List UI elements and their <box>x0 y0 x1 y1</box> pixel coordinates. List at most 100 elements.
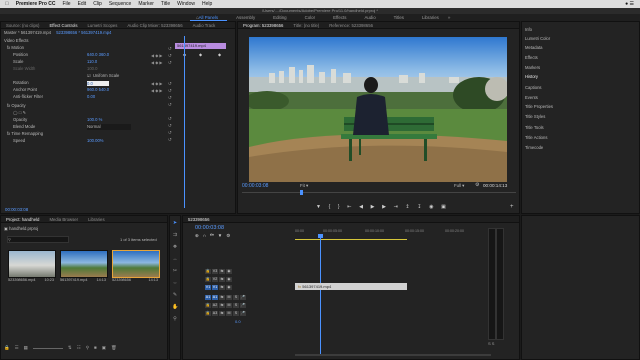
keyframe-nav-icon[interactable]: ◀ ◆ ▶ <box>151 52 181 59</box>
add-marker-icon[interactable]: ▼ <box>316 204 321 210</box>
tab-media-browser[interactable]: Media Browser <box>44 217 83 222</box>
effect-playhead[interactable] <box>184 36 185 208</box>
project-search-input[interactable]: ⚲ <box>7 236 69 243</box>
workspace-editing[interactable]: Editing <box>264 15 295 20</box>
effect-row-scale[interactable]: Scale 110.0 <box>1 59 235 65</box>
linked-selection-icon[interactable]: ⎃ <box>210 233 214 239</box>
panel-captions[interactable]: Captions <box>525 85 542 90</box>
media-thumbnail-selected[interactable] <box>112 250 160 278</box>
automate-icon[interactable]: ☷ <box>77 345 81 351</box>
reset-icon[interactable]: ↺ <box>168 52 172 59</box>
tab-project[interactable]: Project: handheld <box>1 217 44 222</box>
speed-value[interactable]: 100.00% <box>87 138 104 144</box>
find-icon[interactable]: ⚲ <box>86 345 89 351</box>
track-select-tool-icon[interactable]: ⇉ <box>172 232 178 238</box>
solo-button[interactable]: S <box>233 311 239 316</box>
nest-icon[interactable]: ⊕ <box>195 233 199 239</box>
workspace-color[interactable]: Color <box>296 15 325 20</box>
panel-lumetri-color[interactable]: Lumetri Color <box>525 36 550 41</box>
zoom-slider[interactable] <box>32 348 63 349</box>
panel-title-properties[interactable]: Title Properties <box>525 104 553 109</box>
keyframe-nav-icon[interactable]: ◀ ◆ ▶ <box>151 59 181 66</box>
program-timecode[interactable]: 00:00:03:08 <box>242 183 268 189</box>
opacity-value[interactable]: 100.0 % <box>87 117 102 123</box>
track-header-v2[interactable]: 🔓 V2 ⇆ ◉ <box>205 276 233 282</box>
workspace-titles[interactable]: Titles <box>385 15 413 20</box>
menu-clip[interactable]: Clip <box>93 1 102 7</box>
track-lock-icon[interactable]: 🔓 <box>205 303 211 308</box>
effect-row-speed[interactable]: Speed 100.00% <box>1 138 235 144</box>
panel-title-actions[interactable]: Title Actions <box>525 135 547 140</box>
tab-audio-track[interactable]: Audio Track <box>188 23 221 28</box>
media-thumbnail[interactable] <box>8 250 56 278</box>
timeline-settings-icon[interactable]: ⚙ <box>226 233 230 239</box>
timeline-ruler[interactable]: 00:00 00:00:05:00 00:00:10:00 00:00:15:0… <box>295 229 491 239</box>
panel-events[interactable]: Events <box>525 95 538 100</box>
play-icon[interactable]: ▶ <box>371 204 375 210</box>
sequence-clip-label[interactable]: 523398656 * 561397419.mp4 <box>56 30 111 35</box>
comparison-view-icon[interactable]: ▣ <box>441 204 446 210</box>
timeline-timecode[interactable]: 00:00:03:08 <box>195 225 224 231</box>
track-label-v2[interactable]: V2 <box>212 277 218 282</box>
sync-lock-icon[interactable]: ⇆ <box>219 277 225 282</box>
mic-icon[interactable]: 🎤 <box>240 303 246 308</box>
track-label-v3[interactable]: V3 <box>212 269 218 274</box>
go-to-out-icon[interactable]: ⇥ <box>394 204 398 210</box>
menu-marker[interactable]: Marker <box>138 1 154 7</box>
effect-row-opacity-group[interactable]: fx Opacity <box>1 103 235 109</box>
keyframe-nav-icon[interactable]: ◀ ◆ ▶ <box>151 80 181 87</box>
workspace-libraries[interactable]: Libraries <box>413 15 448 20</box>
solo-button[interactable]: S <box>233 303 239 308</box>
panel-metadata[interactable]: Metadata <box>525 45 542 50</box>
rotation-input[interactable]: 0.0 <box>87 80 109 86</box>
anchor-point-value[interactable]: 960.0 540.0 <box>87 87 109 93</box>
menu-sequence[interactable]: Sequence <box>109 1 132 7</box>
reset-icon[interactable]: ↺ <box>168 129 172 136</box>
keyframe-marker[interactable]: ◆ <box>218 52 221 57</box>
track-label-a1[interactable]: A1 <box>212 295 218 300</box>
timeline-horizontal-scroll[interactable] <box>295 354 491 356</box>
solo-right-button[interactable]: S <box>492 341 495 346</box>
keyframe-nav-icon[interactable]: ◀ ◆ ▶ <box>151 87 181 94</box>
tab-effect-controls[interactable]: Effect Controls <box>44 23 82 28</box>
track-lock-icon[interactable]: 🔓 <box>205 269 211 274</box>
menu-window[interactable]: Window <box>177 1 195 7</box>
reset-icon[interactable]: ↺ <box>168 59 172 66</box>
media-thumbnail[interactable] <box>60 250 108 278</box>
reset-icon[interactable]: ↺ <box>168 122 172 129</box>
export-frame-icon[interactable]: ◉ <box>429 204 433 210</box>
eye-icon[interactable]: ◉ <box>226 277 232 282</box>
reset-icon[interactable]: ↺ <box>168 115 172 122</box>
tab-source[interactable]: Source: (no clips) <box>1 23 44 28</box>
track-label-a3[interactable]: A3 <box>212 311 218 316</box>
source-patch-v1[interactable]: V1 <box>205 285 211 290</box>
ripple-edit-tool-icon[interactable]: ❖ <box>172 244 178 250</box>
position-value[interactable]: 640.0 360.0 <box>87 52 109 58</box>
sort-icon[interactable]: ⇅ <box>68 345 72 351</box>
new-item-icon[interactable]: ▣ <box>102 345 106 351</box>
program-video-frame[interactable] <box>249 37 507 182</box>
add-marker-icon[interactable]: ▼ <box>218 233 222 239</box>
wrench-icon[interactable]: ⚙ <box>475 182 479 188</box>
playhead-handle[interactable] <box>318 234 323 238</box>
workspace-effects[interactable]: Effects <box>324 15 355 20</box>
pen-tool-icon[interactable]: ✎ <box>172 292 178 298</box>
master-clip-label[interactable]: Master * 561397419.mp4 <box>4 30 51 35</box>
source-patch-a1[interactable]: A1 <box>205 295 211 300</box>
solo-button[interactable]: S <box>233 295 239 300</box>
reset-icon[interactable]: ↺ <box>168 45 172 52</box>
effect-row-motion[interactable]: fx Motion <box>1 45 235 51</box>
track-header-v1[interactable]: V1 V1 ⇆ ◉ <box>205 284 233 290</box>
mute-button[interactable]: M <box>226 303 232 308</box>
panel-timecode[interactable]: Timecode <box>525 145 543 150</box>
panel-title-tools[interactable]: Title Tools <box>525 125 544 130</box>
sync-lock-icon[interactable]: ⇆ <box>219 285 225 290</box>
anti-flicker-value[interactable]: 0.00 <box>87 94 95 100</box>
reset-icon[interactable]: ↺ <box>168 87 172 94</box>
more-workspaces-icon[interactable]: » <box>448 15 451 20</box>
panel-markers[interactable]: Markers <box>525 65 540 70</box>
effect-row-time-remapping[interactable]: fx Time Remapping <box>1 131 235 137</box>
mark-out-icon[interactable]: } <box>338 204 340 210</box>
go-to-in-icon[interactable]: ⇤ <box>347 204 351 210</box>
track-lock-icon[interactable]: 🔓 <box>205 277 211 282</box>
